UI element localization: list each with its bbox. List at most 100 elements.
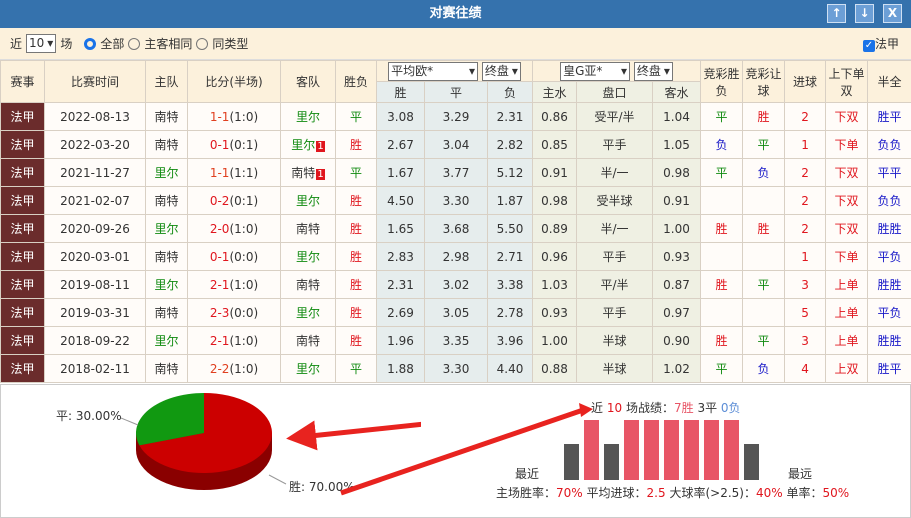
home-team-cell[interactable]: 南特 [145,298,188,327]
league-cell[interactable]: 法甲 [0,158,45,187]
away-team[interactable]: 南特 [296,334,320,348]
date-cell: 2019-03-31 [44,298,146,327]
eu-stage-select[interactable]: 终盘 ▾ [481,61,521,81]
score-cell[interactable]: 1-1(1:0) [187,102,281,131]
league-cell[interactable]: 法甲 [0,298,45,327]
home-team[interactable]: 里尔 [154,334,178,348]
full-score[interactable]: 0-2 [210,194,230,208]
jc-handicap [742,298,786,327]
home-team-cell[interactable]: 南特 [145,102,188,131]
eu-company-select[interactable]: 平均欧* ▾ [388,61,479,81]
home-team-cell[interactable]: 南特 [145,354,188,383]
full-score[interactable]: 2-1 [210,334,230,348]
full-score[interactable]: 0-1 [210,250,230,264]
home-team[interactable]: 南特 [154,194,178,208]
away-team[interactable]: 里尔 [296,306,320,320]
score-cell[interactable]: 2-1(1:0) [187,270,281,299]
home-team[interactable]: 里尔 [154,222,178,236]
full-score[interactable]: 2-3 [210,306,230,320]
away-team-cell[interactable]: 里尔 [280,298,336,327]
filter-suffix: 场 [60,37,73,51]
away-team-cell[interactable]: 里尔 [280,354,336,383]
score-cell[interactable]: 0-2(0:1) [187,186,281,215]
match-count-value: 10 [29,36,45,50]
away-team[interactable]: 南特 [296,278,320,292]
home-team[interactable]: 南特 [154,110,178,124]
away-team[interactable]: 里尔 [296,110,320,124]
home-team[interactable]: 南特 [154,250,178,264]
home-team-cell[interactable]: 南特 [145,242,188,271]
away-team-cell[interactable]: 里尔 [280,186,336,215]
full-score[interactable]: 2-1 [210,278,230,292]
full-score[interactable]: 0-1 [210,138,230,152]
radio-same-home-away[interactable] [128,37,141,50]
away-team[interactable]: 里尔 [291,138,315,152]
home-team-cell[interactable]: 里尔 [145,158,188,187]
home-team[interactable]: 里尔 [154,278,178,292]
away-team[interactable]: 里尔 [296,250,320,264]
radio-same-type-label[interactable]: 同类型 [212,35,248,52]
home-team[interactable]: 南特 [154,362,178,376]
league-cell[interactable]: 法甲 [0,354,45,383]
score-cell[interactable]: 2-0(1:0) [187,214,281,243]
form-bar-win [584,420,599,480]
radio-same-home-away-label[interactable]: 主客相同 [144,35,192,52]
away-team[interactable]: 里尔 [296,194,320,208]
full-score[interactable]: 1-1 [210,110,230,124]
away-team-cell[interactable]: 南特 [280,270,336,299]
league-cell[interactable]: 法甲 [0,326,45,355]
move-down-button[interactable]: ↓ [855,4,874,23]
away-team[interactable]: 南特 [296,222,320,236]
home-team-cell[interactable]: 南特 [145,130,188,159]
chevron-down-icon: ▾ [47,36,54,50]
score-cell[interactable]: 2-1(1:0) [187,326,281,355]
score-cell[interactable]: 1-1(1:1) [187,158,281,187]
score-cell[interactable]: 2-2(1:0) [187,354,281,383]
away-team-cell[interactable]: 南特 [280,214,336,243]
score-cell[interactable]: 0-1(0:1) [187,130,281,159]
away-team-cell[interactable]: 里尔 [280,242,336,271]
odds-win: 1.65 [376,214,425,243]
odds-win: 2.67 [376,130,425,159]
goals-cell: 3 [784,270,827,299]
full-score[interactable]: 2-0 [210,222,230,236]
htft-cell: 平负 [867,242,911,271]
away-team-cell[interactable]: 南特 1 [280,158,336,187]
league-checkbox-label[interactable]: 法甲 [875,37,899,51]
home-team-cell[interactable]: 里尔 [145,270,188,299]
close-button[interactable]: X [883,4,902,23]
htft-cell: 胜平 [867,354,911,383]
league-cell[interactable]: 法甲 [0,242,45,271]
home-team-cell[interactable]: 南特 [145,186,188,215]
league-cell[interactable]: 法甲 [0,102,45,131]
away-team-cell[interactable]: 里尔 1 [280,130,336,159]
ah-company-select[interactable]: 皇G亚* ▾ [560,61,631,81]
full-score[interactable]: 1-1 [210,166,230,180]
home-team-cell[interactable]: 里尔 [145,214,188,243]
score-cell[interactable]: 2-3(0:0) [187,298,281,327]
match-count-select[interactable]: 10 ▾ [26,34,57,53]
goals-cell: 2 [784,214,827,243]
league-cell[interactable]: 法甲 [0,214,45,243]
home-team[interactable]: 南特 [154,306,178,320]
league-cell[interactable]: 法甲 [0,270,45,299]
score-cell[interactable]: 0-1(0:0) [187,242,281,271]
away-team-cell[interactable]: 南特 [280,326,336,355]
away-team[interactable]: 里尔 [296,362,320,376]
htft-cell: 胜胜 [867,270,911,299]
ah-stage-select[interactable]: 终盘 ▾ [633,61,673,81]
radio-same-type[interactable] [196,37,209,50]
full-score[interactable]: 2-2 [210,362,230,376]
odds-win: 1.88 [376,354,425,383]
radio-all-label[interactable]: 全部 [100,35,124,52]
league-checkbox[interactable]: ✓ [862,40,875,52]
home-team[interactable]: 里尔 [154,166,178,180]
league-cell[interactable]: 法甲 [0,186,45,215]
away-team-cell[interactable]: 里尔 [280,102,336,131]
league-cell[interactable]: 法甲 [0,130,45,159]
move-up-button[interactable]: ↑ [827,4,846,23]
home-team-cell[interactable]: 里尔 [145,326,188,355]
away-team[interactable]: 南特 [291,166,315,180]
radio-all[interactable] [84,37,97,50]
home-team[interactable]: 南特 [154,138,178,152]
